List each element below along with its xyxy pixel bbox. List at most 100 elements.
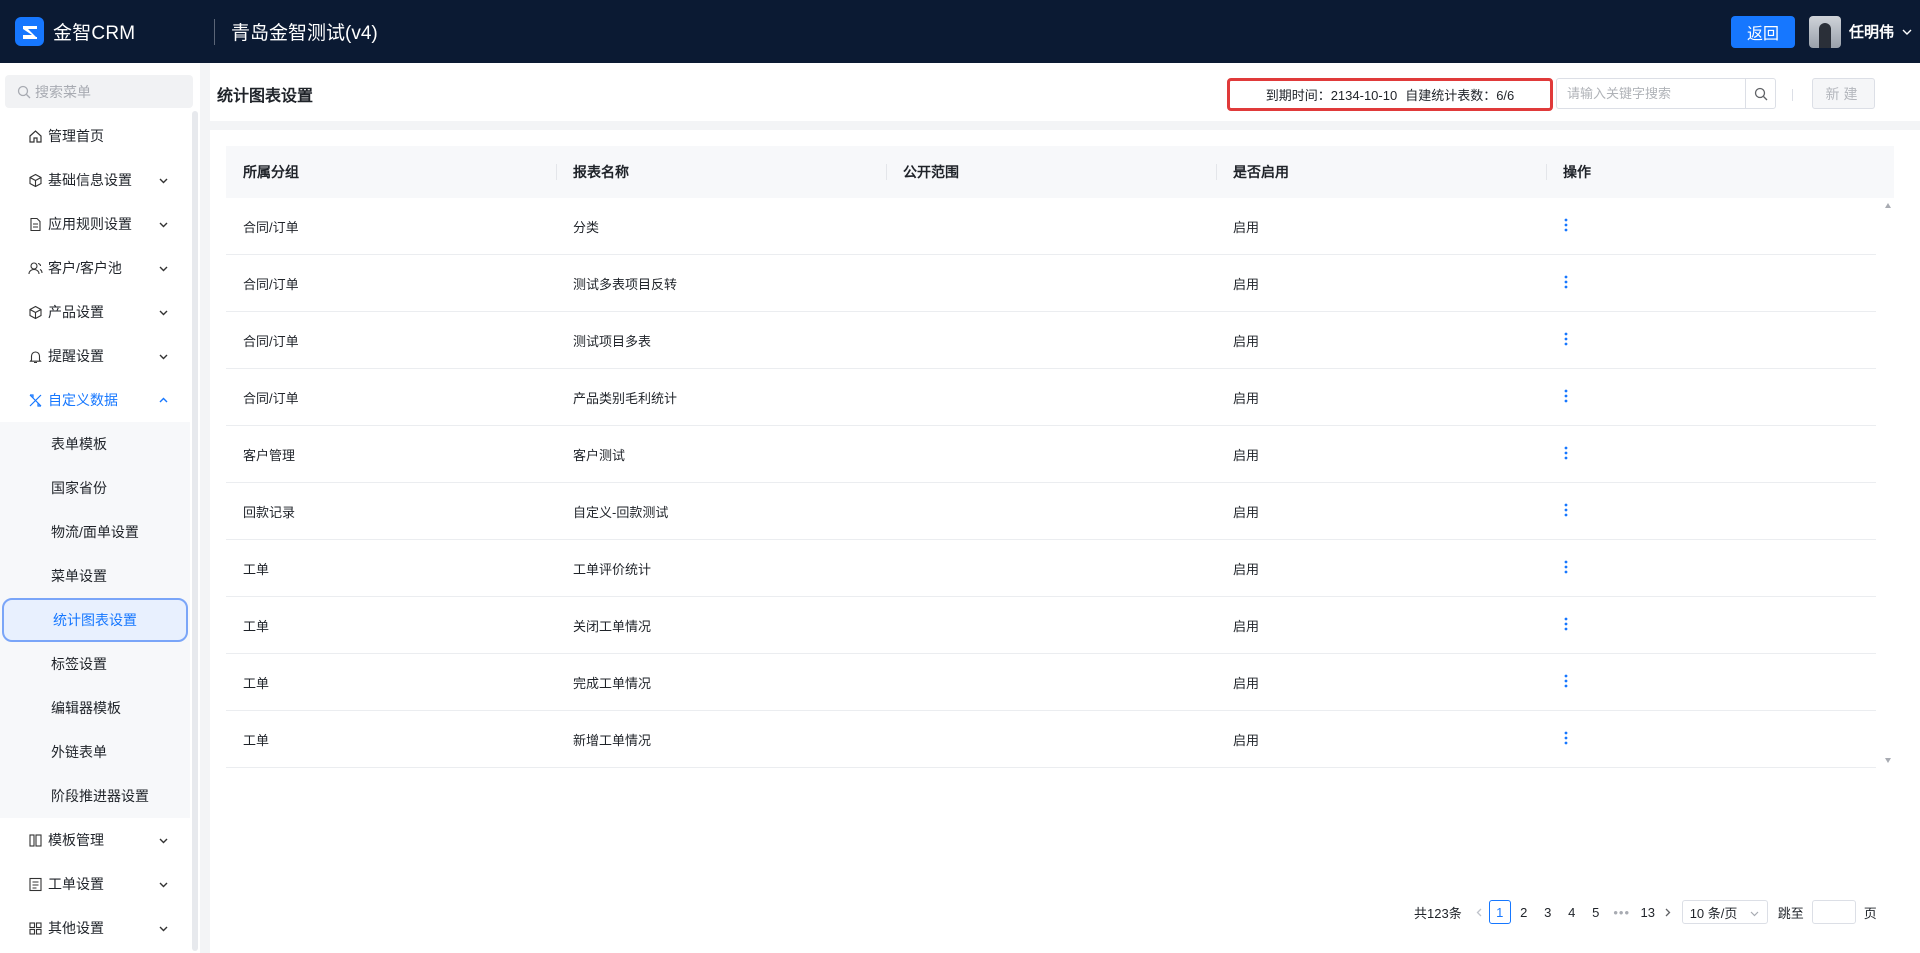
- cell-group: 工单: [243, 675, 270, 691]
- sidebar-subitem-logistics[interactable]: 物流/面单设置: [0, 510, 190, 554]
- sidebar-item-label: 客户/客户池: [48, 260, 122, 276]
- page-number-5[interactable]: 5: [1584, 900, 1608, 924]
- top-bar: 金智CRM 青岛金智测试(v4) 返回 任明伟: [0, 0, 1920, 63]
- sidebar-subitem-form-template[interactable]: 表单模板: [0, 422, 190, 466]
- more-vertical-icon[interactable]: [1563, 274, 1569, 290]
- table-row: 客户管理 客户测试 启用: [226, 426, 1876, 483]
- sidebar-subitem-stage-settings[interactable]: 阶段推进器设置: [0, 774, 190, 818]
- chevron-down-icon: [159, 178, 168, 184]
- search-icon: [1754, 87, 1767, 100]
- pagination-ellipsis[interactable]: •••: [1608, 905, 1636, 920]
- chevron-down-icon[interactable]: [1902, 27, 1912, 37]
- sidebar-item-other-settings[interactable]: 其他设置: [0, 906, 190, 950]
- sidebar-subitem-menu-settings[interactable]: 菜单设置: [0, 554, 190, 598]
- sidebar-item-customers[interactable]: 客户/客户池: [0, 246, 190, 290]
- more-vertical-icon[interactable]: [1563, 559, 1569, 575]
- cell-name: 测试多表项目反转: [573, 276, 678, 292]
- cell-name: 关闭工单情况: [573, 618, 652, 634]
- table-row: 回款记录 自定义-回款测试 启用: [226, 483, 1876, 540]
- prev-page-button[interactable]: [1472, 900, 1488, 924]
- goto-page-input[interactable]: [1811, 900, 1856, 924]
- cell-group: 合同/订单: [243, 219, 299, 235]
- sidebar-item-home[interactable]: 管理首页: [0, 114, 190, 158]
- table-row: 合同/订单 测试多表项目反转 启用: [226, 255, 1876, 312]
- org-name: 青岛金智测试(v4): [231, 23, 378, 44]
- page-number-2[interactable]: 2: [1512, 900, 1536, 924]
- cell-group: 回款记录: [243, 504, 296, 520]
- avatar[interactable]: [1808, 15, 1841, 48]
- chevron-down-icon: [159, 354, 168, 360]
- pagination-total: 共123条: [1414, 905, 1462, 921]
- table-scrollbar[interactable]: [1882, 198, 1894, 768]
- grid-icon: [28, 921, 43, 936]
- box-icon: [28, 305, 43, 320]
- sidebar-item-basic-info[interactable]: 基础信息设置: [0, 158, 190, 202]
- page-size-select[interactable]: 10 条/页: [1681, 900, 1768, 924]
- sidebar-item-custom-data[interactable]: 自定义数据: [0, 378, 190, 422]
- sidebar-item-ticket-settings[interactable]: 工单设置: [0, 862, 190, 906]
- more-vertical-icon[interactable]: [1563, 388, 1569, 404]
- sidebar-subitem-chart-settings[interactable]: 统计图表设置: [2, 598, 188, 642]
- cell-group: 合同/订单: [243, 390, 299, 406]
- keyword-search-input[interactable]: [1557, 79, 1745, 108]
- cell-name: 自定义-回款测试: [573, 504, 669, 520]
- back-button[interactable]: 返回: [1730, 15, 1795, 48]
- user-name[interactable]: 任明伟: [1849, 21, 1894, 42]
- scroll-down-icon[interactable]: [1885, 758, 1891, 763]
- sidebar-item-label: 模板管理: [48, 832, 104, 848]
- scroll-up-icon[interactable]: [1885, 203, 1891, 208]
- sidebar-item-label: 工单设置: [48, 876, 104, 892]
- logo-text: 金智CRM: [53, 23, 136, 44]
- menu-search-placeholder: 搜索菜单: [35, 83, 91, 100]
- topbar-divider: [214, 18, 215, 45]
- cell-actions: [1546, 502, 1876, 521]
- more-vertical-icon[interactable]: [1563, 331, 1569, 347]
- pagination: 共123条 1 2 3 4 5 ••• 13 10 条/页 跳至 页: [1414, 900, 1877, 924]
- search-button[interactable]: [1745, 79, 1775, 108]
- menu-search-input[interactable]: 搜索菜单: [5, 75, 193, 108]
- cell-actions: [1546, 331, 1876, 350]
- sidebar-subitem-country-province[interactable]: 国家省份: [0, 466, 190, 510]
- cell-enabled: 启用: [1233, 618, 1260, 634]
- chevron-up-icon: [159, 397, 168, 403]
- page-number-3[interactable]: 3: [1536, 900, 1560, 924]
- page-suffix: 页: [1863, 905, 1877, 921]
- expiry-label: 到期时间：2134-10-10: [1265, 88, 1398, 103]
- next-page-button[interactable]: [1660, 900, 1676, 924]
- more-vertical-icon[interactable]: [1563, 502, 1569, 518]
- table-row: 合同/订单 分类 启用: [226, 198, 1876, 255]
- more-vertical-icon[interactable]: [1563, 673, 1569, 689]
- page-number-last[interactable]: 13: [1636, 900, 1660, 924]
- new-button[interactable]: 新建: [1812, 78, 1875, 109]
- more-vertical-icon[interactable]: [1563, 445, 1569, 461]
- sidebar-item-products[interactable]: 产品设置: [0, 290, 190, 334]
- chevron-left-icon: [1476, 908, 1482, 916]
- topbar-right: 返回 任明伟: [1730, 0, 1920, 63]
- sidebar-item-app-rules[interactable]: 应用规则设置: [0, 202, 190, 246]
- more-vertical-icon[interactable]: [1563, 730, 1569, 746]
- sidebar-subitem-external-form[interactable]: 外链表单: [0, 730, 190, 774]
- page-number-4[interactable]: 4: [1560, 900, 1584, 924]
- sidebar-item-label: 自定义数据: [48, 392, 118, 408]
- tools-icon: [28, 393, 43, 408]
- more-vertical-icon[interactable]: [1563, 217, 1569, 233]
- cell-actions: [1546, 730, 1876, 749]
- page-number-1[interactable]: 1: [1488, 900, 1511, 924]
- more-vertical-icon[interactable]: [1563, 616, 1569, 632]
- expiry-quota-info: 到期时间：2134-10-10 自建统计表数：6/6: [1227, 78, 1553, 111]
- sidebar-subitem-editor-template[interactable]: 编辑器模板: [0, 686, 190, 730]
- bell-icon: [28, 349, 43, 364]
- column-header-scope: 公开范围: [886, 146, 1216, 198]
- sidebar-scrollbar[interactable]: [192, 111, 198, 951]
- cell-group: 工单: [243, 561, 270, 577]
- sidebar-item-templates[interactable]: 模板管理: [0, 818, 190, 862]
- sidebar: 搜索菜单 管理首页 基础信息设置 应用规则设置 客户/客户池 产品设置 提醒设置…: [0, 63, 200, 953]
- cell-group: 合同/订单: [243, 333, 299, 349]
- main-area: 统计图表设置 到期时间：2134-10-10 自建统计表数：6/6 新建 所属分…: [200, 63, 1920, 953]
- cell-enabled: 启用: [1233, 675, 1260, 691]
- sidebar-item-reminders[interactable]: 提醒设置: [0, 334, 190, 378]
- cell-group: 合同/订单: [243, 276, 299, 292]
- cell-enabled: 启用: [1233, 504, 1260, 520]
- sidebar-subitem-tag-settings[interactable]: 标签设置: [0, 642, 190, 686]
- app-logo[interactable]: 金智CRM: [15, 17, 196, 46]
